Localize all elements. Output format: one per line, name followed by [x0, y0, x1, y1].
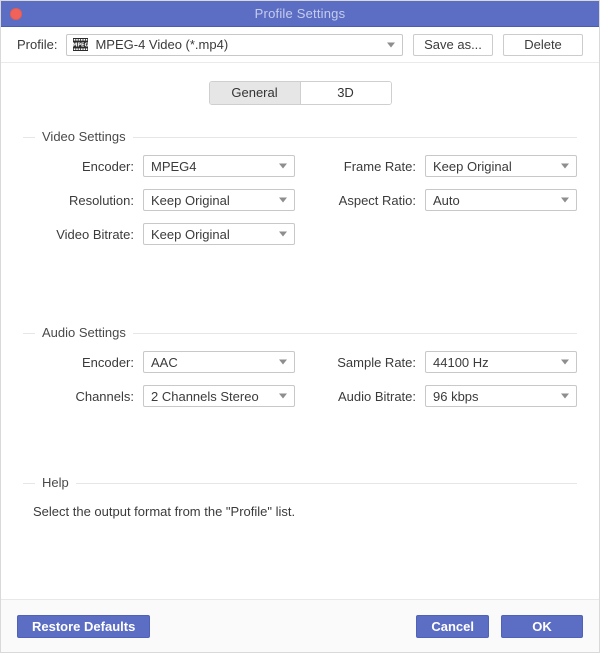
audio-bitrate-value: 96 kbps [433, 388, 479, 404]
title-bar: Profile Settings [1, 1, 599, 27]
audio-settings-grid: Encoder: AAC Sample Rate: 44100 Hz Chann… [23, 334, 577, 423]
sample-rate-dropdown[interactable]: 44100 Hz [425, 351, 577, 373]
frame-rate-value: Keep Original [433, 158, 512, 174]
frame-rate-dropdown[interactable]: Keep Original [425, 155, 577, 177]
mpeg-film-icon: MPEG [73, 38, 89, 51]
video-settings-group: Video Settings Encoder: MPEG4 Frame Rate… [23, 129, 577, 261]
chevron-down-icon [279, 393, 287, 399]
window-title: Profile Settings [254, 6, 346, 21]
chevron-down-icon [387, 42, 395, 47]
help-title: Help [35, 475, 76, 490]
channels-value: 2 Channels Stereo [151, 388, 259, 404]
resolution-label: Resolution: [68, 192, 134, 208]
chevron-down-icon [279, 163, 287, 169]
audio-bitrate-dropdown[interactable]: 96 kbps [425, 385, 577, 407]
video-encoder-value: MPEG4 [151, 158, 197, 174]
chevron-down-icon [561, 163, 569, 169]
svg-text:MPEG: MPEG [73, 42, 88, 48]
video-settings-title: Video Settings [35, 129, 133, 144]
aspect-ratio-dropdown[interactable]: Auto [425, 189, 577, 211]
video-bitrate-dropdown[interactable]: Keep Original [143, 223, 295, 245]
aspect-ratio-label: Aspect Ratio: [338, 192, 416, 208]
frame-rate-label: Frame Rate: [343, 158, 416, 174]
channels-dropdown[interactable]: 2 Channels Stereo [143, 385, 295, 407]
tab-3d[interactable]: 3D [299, 82, 391, 104]
chevron-down-icon [279, 197, 287, 203]
video-encoder-dropdown[interactable]: MPEG4 [143, 155, 295, 177]
footer-bar: Restore Defaults Cancel OK [1, 599, 599, 652]
save-as-button[interactable]: Save as... [413, 33, 493, 56]
profile-settings-dialog: Profile Settings Profile: MPEG MPEG-4 Vi… [0, 0, 600, 653]
close-button[interactable] [10, 7, 22, 20]
resolution-dropdown[interactable]: Keep Original [143, 189, 295, 211]
chevron-down-icon [561, 393, 569, 399]
help-group: Help Select the output format from the "… [23, 475, 577, 519]
video-encoder-label: Encoder: [81, 158, 134, 174]
profile-value: MPEG-4 Video (*.mp4) [95, 37, 229, 52]
audio-encoder-dropdown[interactable]: AAC [143, 351, 295, 373]
sample-rate-value: 44100 Hz [433, 354, 489, 370]
video-bitrate-label: Video Bitrate: [56, 226, 134, 242]
chevron-down-icon [561, 197, 569, 203]
channels-label: Channels: [75, 388, 134, 404]
delete-button[interactable]: Delete [503, 33, 583, 56]
resolution-value: Keep Original [151, 192, 230, 208]
video-bitrate-value: Keep Original [151, 226, 230, 242]
cancel-button[interactable]: Cancel [416, 614, 489, 638]
video-settings-grid: Encoder: MPEG4 Frame Rate: Keep Original… [23, 138, 577, 261]
profile-row: Profile: MPEG MPEG-4 Video (*.mp4) Save … [1, 27, 599, 63]
sample-rate-label: Sample Rate: [337, 354, 416, 370]
ok-button[interactable]: OK [501, 614, 583, 638]
audio-settings-title: Audio Settings [35, 325, 133, 340]
chevron-down-icon [279, 231, 287, 237]
audio-settings-group: Audio Settings Encoder: AAC Sample Rate:… [23, 325, 577, 423]
profile-label: Profile: [17, 37, 58, 52]
chevron-down-icon [279, 359, 287, 365]
audio-encoder-value: AAC [151, 354, 178, 370]
profile-dropdown[interactable]: MPEG MPEG-4 Video (*.mp4) [66, 33, 403, 56]
tab-bar: General 3D [1, 81, 599, 105]
audio-encoder-label: Encoder: [81, 354, 134, 370]
audio-bitrate-label: Audio Bitrate: [337, 388, 416, 404]
help-text: Select the output format from the "Profi… [33, 504, 296, 519]
tab-general[interactable]: General [209, 82, 300, 104]
chevron-down-icon [561, 359, 569, 365]
aspect-ratio-value: Auto [433, 192, 460, 208]
restore-defaults-button[interactable]: Restore Defaults [17, 614, 151, 638]
